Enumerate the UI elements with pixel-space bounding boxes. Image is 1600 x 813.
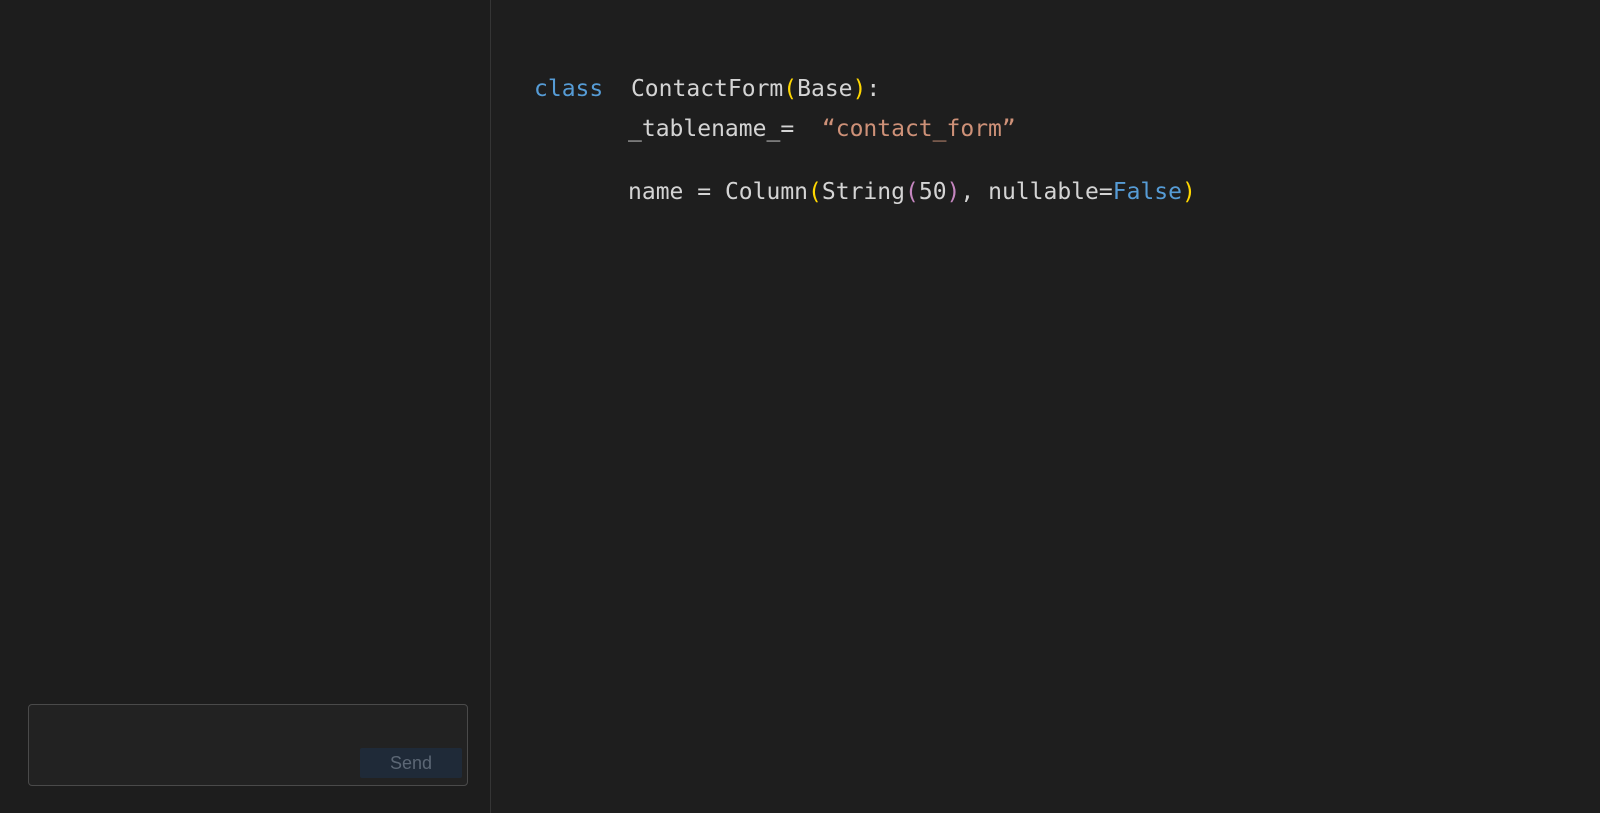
- code-line-1: class ContactForm(Base):: [534, 74, 880, 104]
- app-window: Send class ContactForm(Base): _tablename…: [0, 0, 1600, 813]
- close-paren: ): [852, 76, 867, 102]
- false-constant: False: [1112, 179, 1182, 205]
- base-class: Base: [797, 76, 853, 102]
- field-assignment: name =: [628, 179, 725, 205]
- colon: :: [866, 76, 881, 102]
- chat-message-input[interactable]: [39, 713, 349, 773]
- column-function: Column: [724, 179, 809, 205]
- code-editor[interactable]: class ContactForm(Base): _tablename_= “c…: [492, 0, 1600, 813]
- open-paren: (: [783, 76, 798, 102]
- chat-composer: Send: [28, 704, 468, 786]
- column-open-paren: (: [808, 179, 822, 205]
- string-open-paren: (: [904, 179, 919, 205]
- tablename-string: “contact_form”: [821, 116, 1016, 142]
- class-name: ContactForm: [630, 76, 784, 102]
- string-close-paren: ): [946, 179, 961, 205]
- string-type: String: [821, 179, 905, 205]
- column-close-paren: ): [1181, 179, 1196, 205]
- code-line-3: name = Column(String(50), nullable=False…: [628, 177, 1196, 207]
- tablename-attribute: _tablename_=: [628, 116, 795, 142]
- nullable-arg: , nullable=: [960, 179, 1113, 205]
- class-keyword: class: [534, 76, 604, 102]
- length-number: 50: [918, 179, 947, 205]
- chat-panel: Send: [0, 0, 491, 813]
- code-line-2: _tablename_= “contact_form”: [628, 114, 1016, 144]
- send-button[interactable]: Send: [360, 748, 462, 778]
